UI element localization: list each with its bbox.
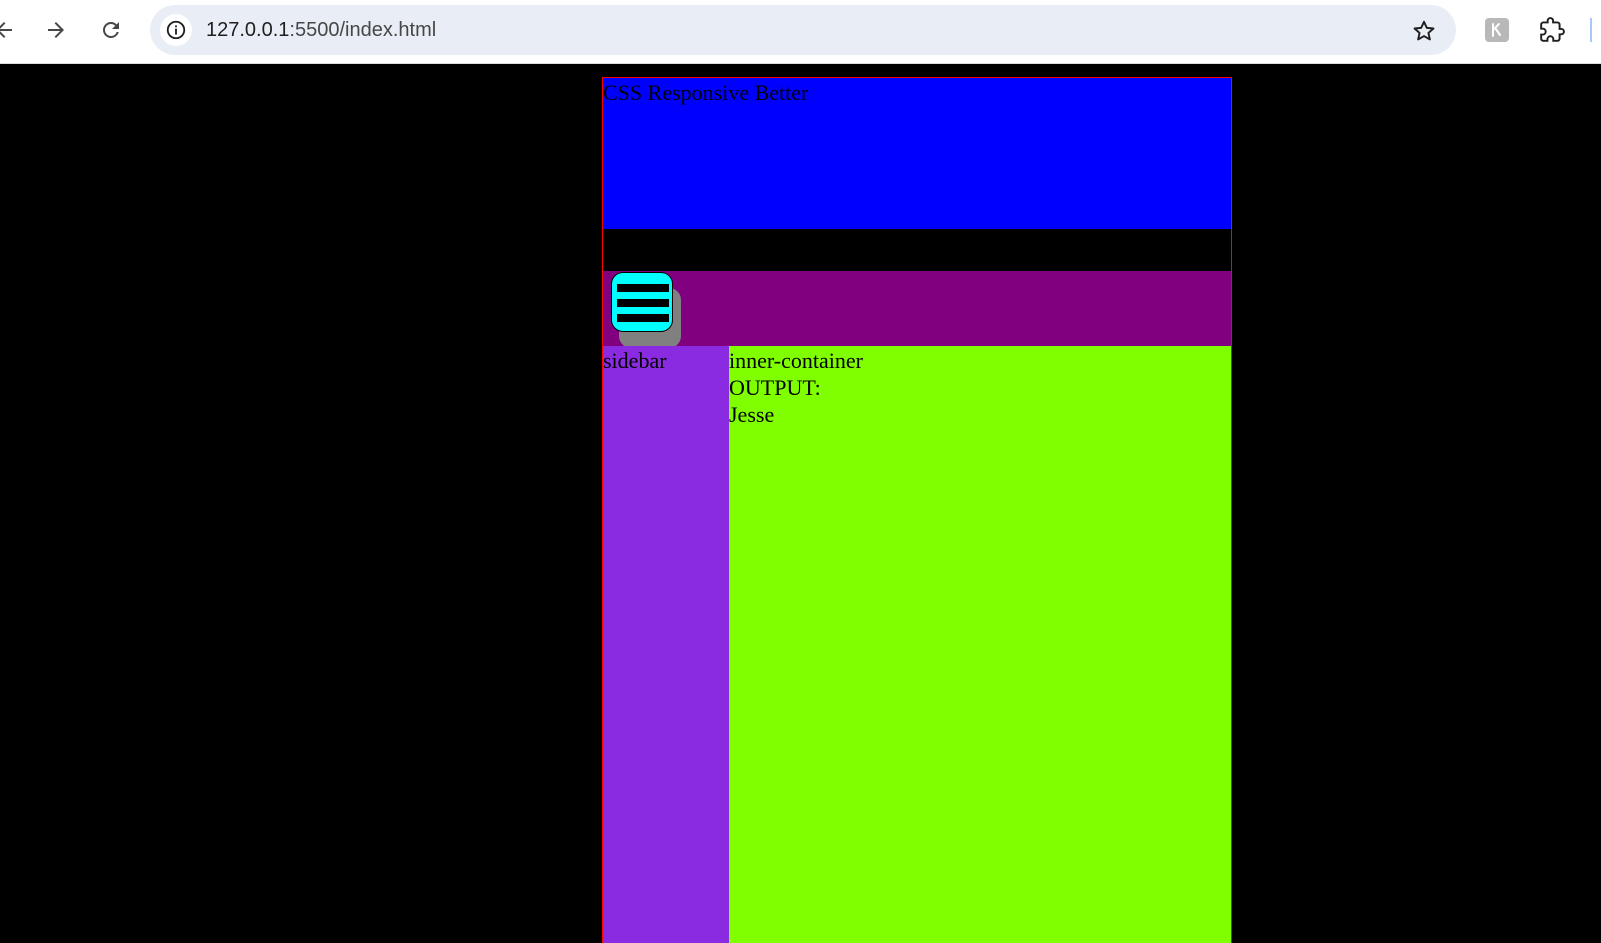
arrow-back-icon <box>0 22 12 38</box>
url-path: :5500/index.html <box>289 19 437 41</box>
reload-button[interactable] <box>93 12 129 48</box>
puzzle-icon <box>1540 17 1565 42</box>
inner-container: inner-container OUTPUT: Jesse <box>729 346 1231 943</box>
nav-bar <box>603 271 1231 348</box>
toolbar-divider <box>1590 18 1592 42</box>
star-icon <box>1413 20 1435 41</box>
reload-icon <box>103 22 119 38</box>
sidebar-label: sidebar <box>603 348 667 373</box>
site-info-button[interactable] <box>160 14 192 46</box>
url-text[interactable]: 127.0.0.1:5500/index.html <box>206 19 436 41</box>
inner-container-label: inner-container <box>729 348 863 373</box>
output-value: Jesse <box>729 402 775 427</box>
sidebar: sidebar <box>603 346 729 943</box>
browser-toolbar: 127.0.0.1:5500/index.html <box>0 0 1601 64</box>
hamburger-bar <box>617 299 669 307</box>
extensions-menu-button[interactable] <box>1536 14 1568 46</box>
page-container: CSS Responsive Better sidebar inner-cont… <box>602 77 1232 943</box>
forward-button[interactable] <box>38 12 74 48</box>
hamburger-bar <box>617 314 669 322</box>
page-title: CSS Responsive Better <box>603 80 809 105</box>
hamburger-menu-button[interactable] <box>611 272 673 332</box>
address-bar[interactable]: 127.0.0.1:5500/index.html <box>150 5 1456 55</box>
output-label: OUTPUT: <box>729 375 821 400</box>
page-header: CSS Responsive Better <box>603 78 1231 229</box>
extension-button[interactable] <box>1481 14 1513 46</box>
arrow-forward-icon <box>48 22 64 38</box>
kalliope-extension-icon <box>1485 18 1509 42</box>
bookmark-button[interactable] <box>1410 17 1438 45</box>
url-host: 127.0.0.1 <box>206 19 290 41</box>
hamburger-bar <box>617 284 669 292</box>
info-icon <box>166 20 186 40</box>
back-button[interactable] <box>0 12 22 48</box>
